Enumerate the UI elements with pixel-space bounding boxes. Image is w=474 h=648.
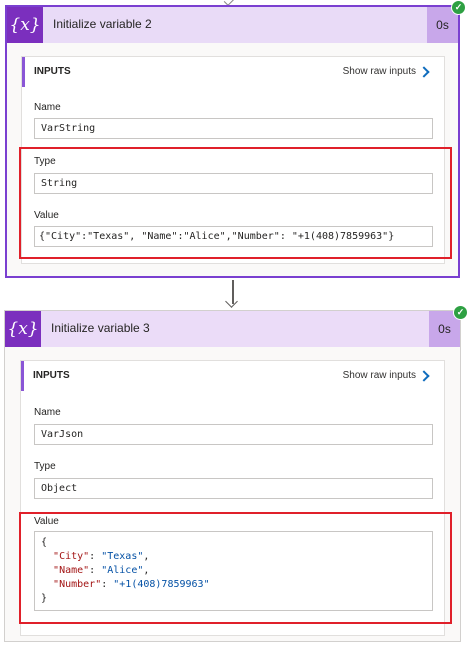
arrow-down-icon: [225, 295, 238, 308]
chevron-right-icon[interactable]: [418, 66, 430, 78]
json-close-brace: }: [41, 593, 48, 604]
json-value: "+1(408)7859963": [113, 579, 210, 590]
name-field[interactable]: VarString: [34, 118, 433, 139]
json-comma: ,: [143, 551, 150, 562]
inputs-header: INPUTS Show raw inputs: [22, 57, 444, 87]
type-label: Type: [34, 156, 56, 167]
json-sep: :: [89, 565, 102, 576]
json-key: "City": [53, 551, 90, 562]
value-field[interactable]: {"City":"Texas", "Name":"Alice","Number"…: [34, 226, 433, 247]
type-field[interactable]: Object: [34, 478, 433, 499]
name-label: Name: [34, 102, 61, 113]
inputs-label: INPUTS: [33, 370, 70, 381]
json-value: "Alice": [101, 565, 144, 576]
name-label: Name: [34, 407, 61, 418]
success-check-icon: ✓: [451, 0, 466, 15]
value-label: Value: [34, 516, 59, 527]
show-raw-inputs-link[interactable]: Show raw inputs: [343, 370, 416, 381]
type-label: Type: [34, 461, 56, 472]
json-comma: ,: [143, 565, 150, 576]
variable-icon: {x}: [7, 7, 43, 43]
card-header[interactable]: {x} Initialize variable 3 0s: [5, 311, 460, 347]
inputs-label: INPUTS: [34, 66, 71, 77]
json-value: "Texas": [101, 551, 144, 562]
json-row: "City": "Texas",: [41, 551, 149, 562]
card-title: Initialize variable 2: [53, 17, 152, 31]
success-check-icon: ✓: [453, 305, 468, 320]
name-field[interactable]: VarJson: [34, 424, 433, 445]
json-key: "Name": [53, 565, 90, 576]
inputs-header: INPUTS Show raw inputs: [21, 361, 444, 391]
json-sep: :: [89, 551, 102, 562]
card-title: Initialize variable 3: [51, 321, 150, 335]
chevron-right-icon[interactable]: [418, 370, 430, 382]
json-value-field[interactable]: { "City": "Texas", "Name": "Alice", "Num…: [34, 531, 433, 611]
json-row: "Number": "+1(408)7859963": [41, 579, 210, 590]
json-sep: :: [101, 579, 114, 590]
type-field[interactable]: String: [34, 173, 433, 194]
card-header[interactable]: {x} Initialize variable 2 0s: [7, 7, 458, 43]
value-label: Value: [34, 210, 59, 221]
variable-icon: {x}: [5, 311, 41, 347]
json-key: "Number": [53, 579, 102, 590]
json-row: "Name": "Alice",: [41, 565, 149, 576]
show-raw-inputs-link[interactable]: Show raw inputs: [343, 66, 416, 77]
json-open-brace: {: [41, 537, 48, 548]
